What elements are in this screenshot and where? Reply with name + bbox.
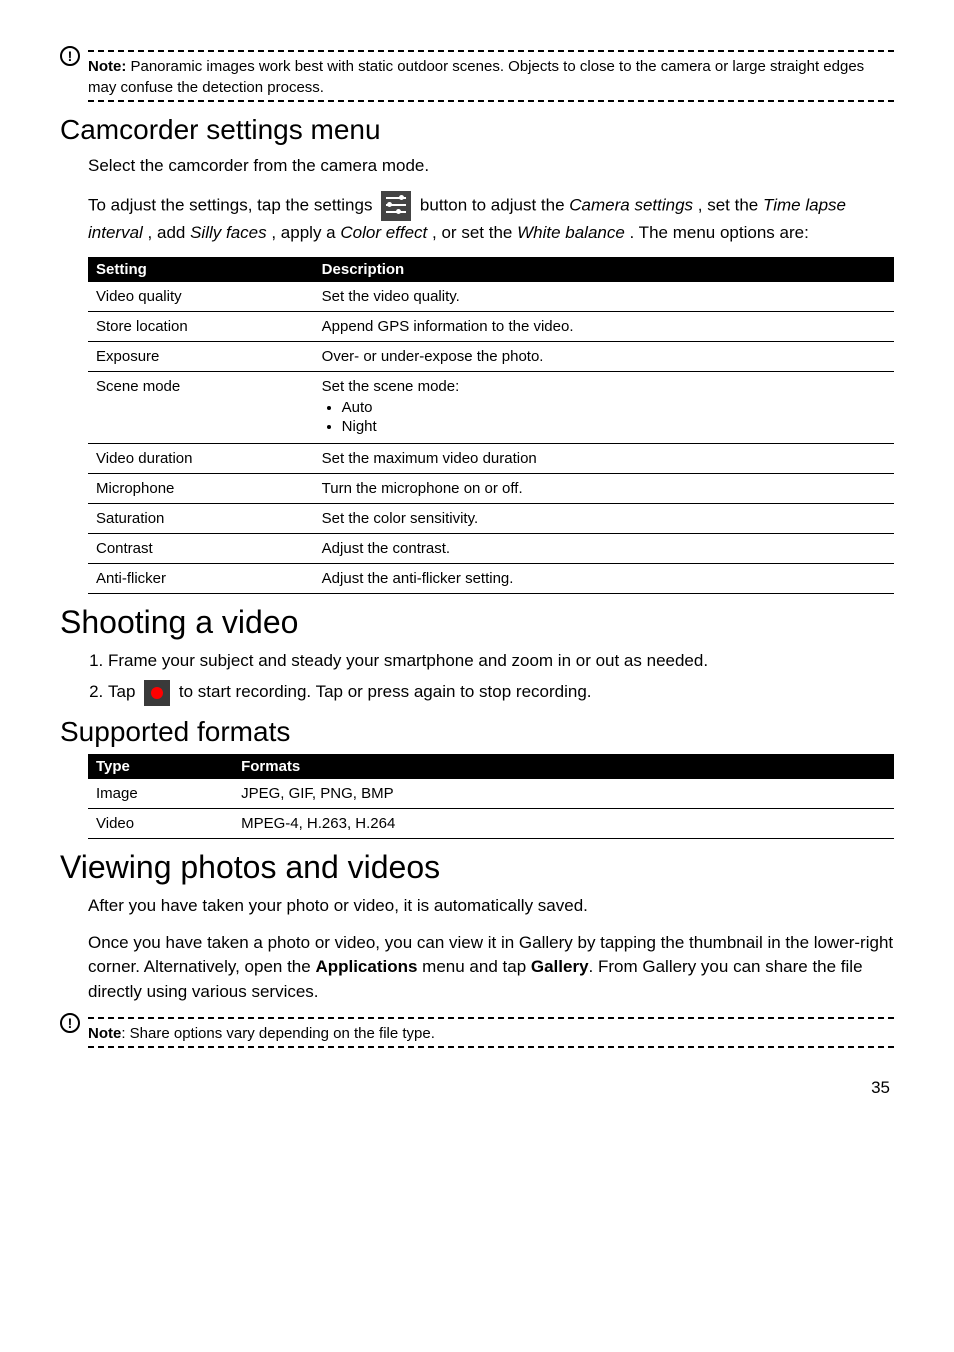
note-share-options: ! Note: Share options vary depending on … bbox=[60, 1017, 894, 1048]
cell: Turn the microphone on or off. bbox=[314, 474, 894, 504]
table-row: Scene mode Set the scene mode: Auto Nigh… bbox=[88, 372, 894, 444]
table-row: Saturation Set the color sensitivity. bbox=[88, 504, 894, 534]
formats-table: Type Formats Image JPEG, GIF, PNG, BMP V… bbox=[88, 754, 894, 839]
dashed-divider bbox=[88, 50, 894, 52]
cell: Saturation bbox=[88, 504, 314, 534]
note-body: : Share options vary depending on the fi… bbox=[121, 1025, 435, 1042]
heading-supported-formats: Supported formats bbox=[60, 716, 894, 748]
text: menu and tap bbox=[417, 957, 530, 976]
text: Set the scene mode: bbox=[322, 378, 460, 395]
th-type: Type bbox=[88, 754, 233, 779]
cell: Set the color sensitivity. bbox=[314, 504, 894, 534]
text: , apply a bbox=[271, 223, 340, 242]
cell: JPEG, GIF, PNG, BMP bbox=[233, 779, 894, 809]
emphasis: Camera settings bbox=[569, 195, 693, 214]
cell: Adjust the contrast. bbox=[314, 534, 894, 564]
table-row: Video quality Set the video quality. bbox=[88, 282, 894, 312]
record-icon bbox=[144, 680, 170, 706]
emphasis: Silly faces bbox=[190, 223, 267, 242]
settings-table: Setting Description Video quality Set th… bbox=[88, 257, 894, 594]
note-text: Note: Panoramic images work best with st… bbox=[88, 56, 894, 98]
text: , set the bbox=[698, 195, 763, 214]
text: , add bbox=[148, 223, 191, 242]
table-row: Contrast Adjust the contrast. bbox=[88, 534, 894, 564]
note-label: Note: bbox=[88, 58, 126, 75]
table-row: Video MPEG-4, H.263, H.264 bbox=[88, 808, 894, 838]
table-row: Image JPEG, GIF, PNG, BMP bbox=[88, 779, 894, 809]
note-text: Note: Share options vary depending on th… bbox=[88, 1023, 894, 1044]
cell: Microphone bbox=[88, 474, 314, 504]
list-item: Frame your subject and steady your smart… bbox=[108, 647, 894, 674]
cell: Anti-flicker bbox=[88, 564, 314, 594]
emphasis: Color effect bbox=[340, 223, 427, 242]
cell: Adjust the anti-flicker setting. bbox=[314, 564, 894, 594]
bold: Gallery bbox=[531, 957, 589, 976]
cell: Set the scene mode: Auto Night bbox=[314, 372, 894, 444]
emphasis: White balance bbox=[517, 223, 625, 242]
cell: Append GPS information to the video. bbox=[314, 312, 894, 342]
dashed-divider bbox=[88, 1046, 894, 1048]
text: . The menu options are: bbox=[630, 223, 809, 242]
table-row: Exposure Over- or under-expose the photo… bbox=[88, 342, 894, 372]
alert-icon: ! bbox=[60, 1013, 80, 1033]
cell: Video bbox=[88, 808, 233, 838]
cell: Set the video quality. bbox=[314, 282, 894, 312]
table-row: Anti-flicker Adjust the anti-flicker set… bbox=[88, 564, 894, 594]
text: button to adjust the bbox=[420, 195, 569, 214]
note-panoramic: ! Note: Panoramic images work best with … bbox=[60, 50, 894, 102]
list-item: Auto bbox=[342, 399, 886, 416]
text: to start recording. Tap or press again t… bbox=[179, 682, 592, 701]
th-setting: Setting bbox=[88, 257, 314, 282]
cell: Image bbox=[88, 779, 233, 809]
note-body: Panoramic images work best with static o… bbox=[88, 58, 864, 96]
text: , or set the bbox=[432, 223, 517, 242]
cell: Video duration bbox=[88, 444, 314, 474]
cell: Contrast bbox=[88, 534, 314, 564]
text: To adjust the settings, tap the settings bbox=[88, 195, 377, 214]
heading-viewing-photos-videos: Viewing photos and videos bbox=[60, 849, 894, 886]
cell: Over- or under-expose the photo. bbox=[314, 342, 894, 372]
cell: MPEG-4, H.263, H.264 bbox=[233, 808, 894, 838]
cell: Store location bbox=[88, 312, 314, 342]
list-item: Night bbox=[342, 418, 886, 435]
steps-list: Frame your subject and steady your smart… bbox=[108, 647, 894, 706]
paragraph-after-taken: After you have taken your photo or video… bbox=[88, 894, 894, 919]
cell: Video quality bbox=[88, 282, 314, 312]
dashed-divider bbox=[88, 100, 894, 102]
table-row: Microphone Turn the microphone on or off… bbox=[88, 474, 894, 504]
bold: Applications bbox=[315, 957, 417, 976]
table-row: Video duration Set the maximum video dur… bbox=[88, 444, 894, 474]
text: Tap bbox=[108, 682, 140, 701]
settings-sliders-icon bbox=[381, 191, 411, 221]
list-item: Tap to start recording. Tap or press aga… bbox=[108, 678, 894, 706]
paragraph-adjust-settings: To adjust the settings, tap the settings… bbox=[88, 191, 894, 246]
note-label: Note bbox=[88, 1025, 121, 1042]
alert-icon: ! bbox=[60, 46, 80, 66]
dashed-divider bbox=[88, 1017, 894, 1019]
paragraph-once-taken: Once you have taken a photo or video, yo… bbox=[88, 931, 894, 1005]
th-description: Description bbox=[314, 257, 894, 282]
page-number: 35 bbox=[60, 1078, 894, 1098]
heading-camcorder-settings: Camcorder settings menu bbox=[60, 114, 894, 146]
heading-shooting-video: Shooting a video bbox=[60, 604, 894, 641]
paragraph-select-camcorder: Select the camcorder from the camera mod… bbox=[88, 154, 894, 179]
cell: Scene mode bbox=[88, 372, 314, 444]
cell: Exposure bbox=[88, 342, 314, 372]
cell: Set the maximum video duration bbox=[314, 444, 894, 474]
th-formats: Formats bbox=[233, 754, 894, 779]
table-row: Store location Append GPS information to… bbox=[88, 312, 894, 342]
